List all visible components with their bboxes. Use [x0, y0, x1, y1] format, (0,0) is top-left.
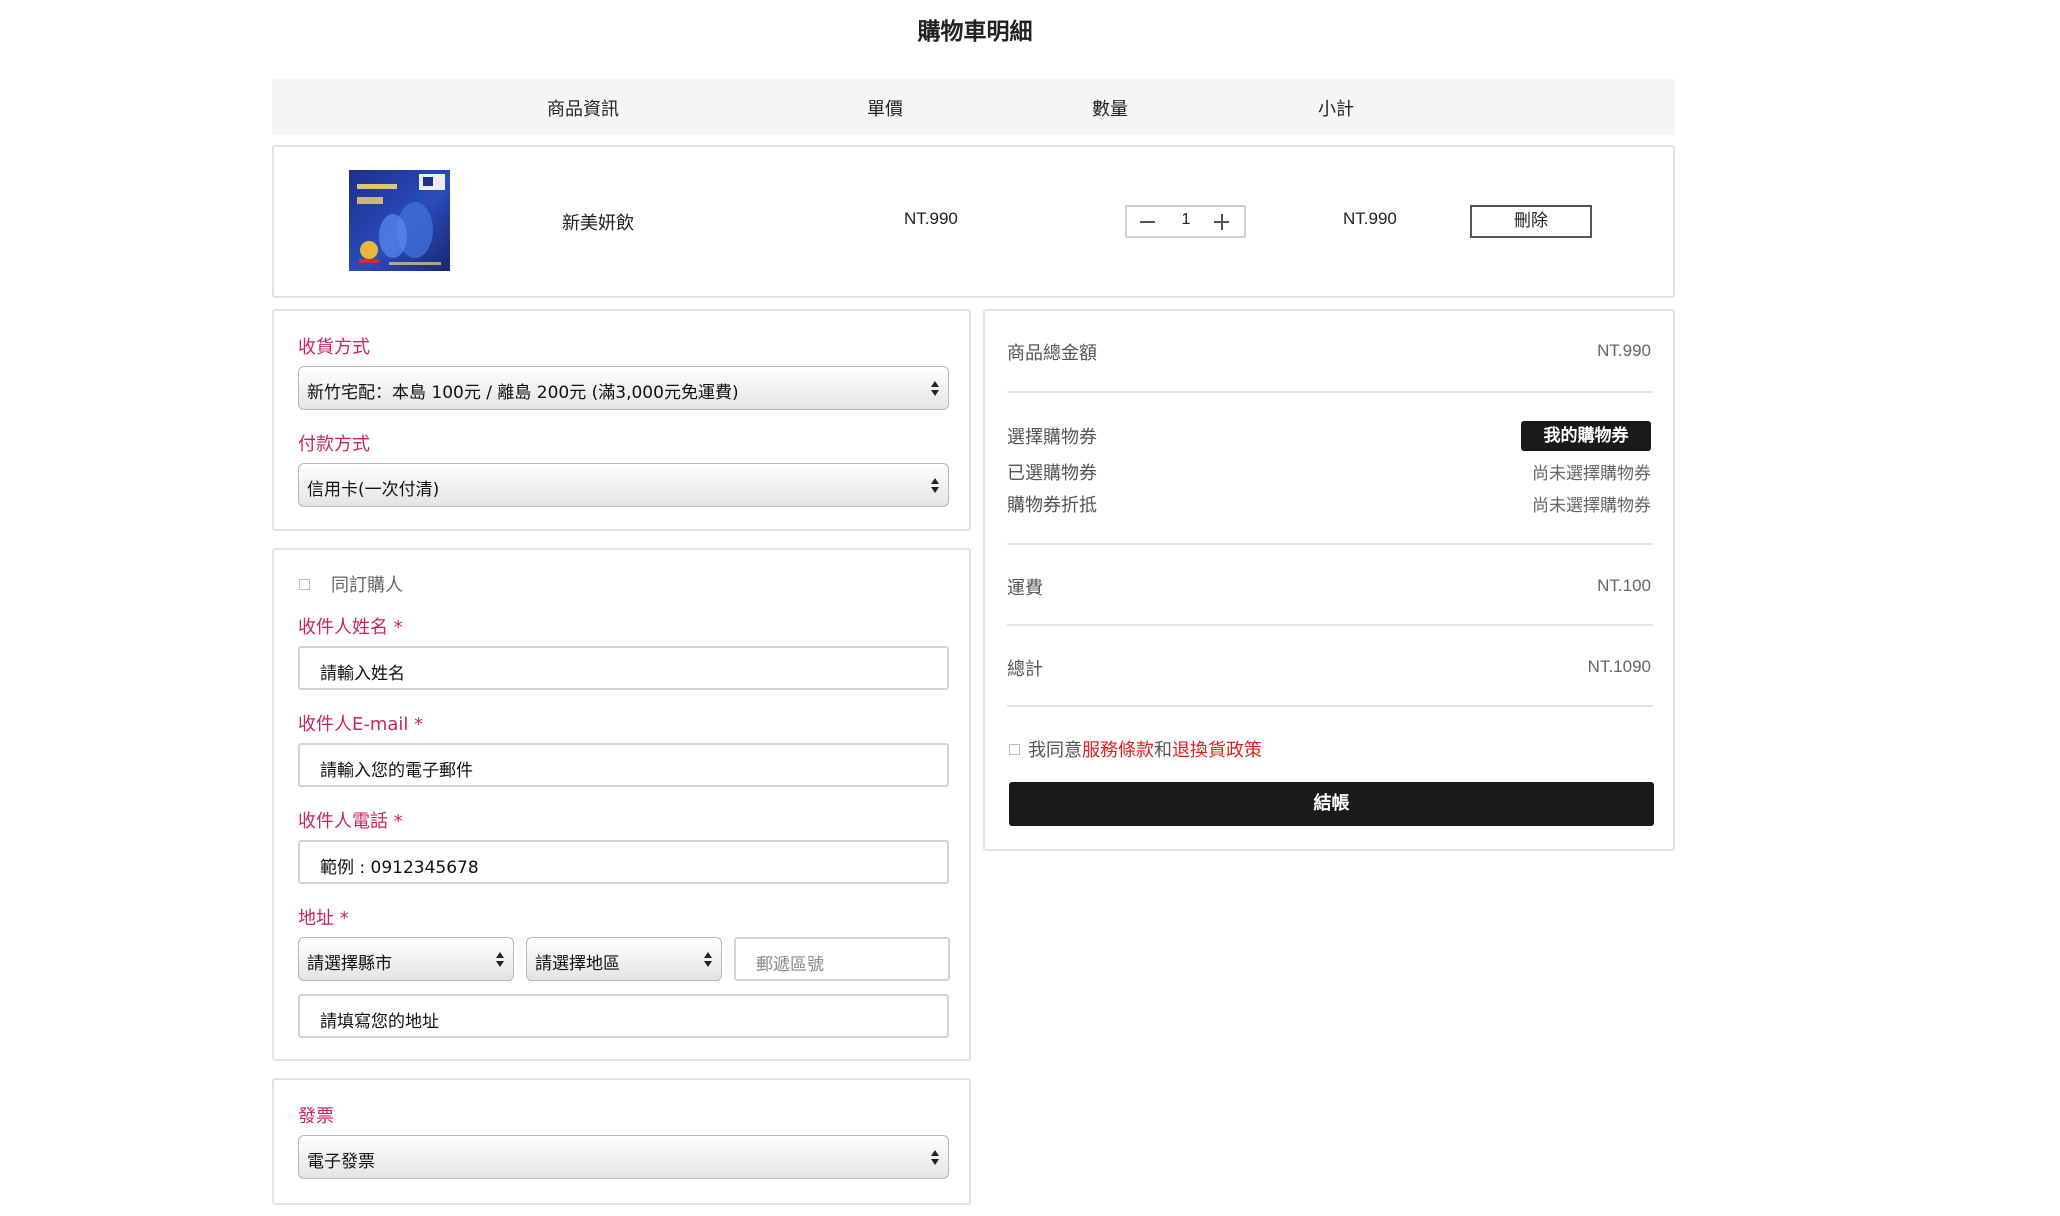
- agree-text: 我同意服務條款和退換貨政策: [1028, 736, 1262, 762]
- same-as-buyer-checkbox[interactable]: [299, 579, 310, 590]
- city-select[interactable]: 請選擇縣市: [298, 937, 514, 981]
- quantity-value[interactable]: 1: [1174, 211, 1198, 229]
- district-select[interactable]: 請選擇地區: [526, 937, 722, 981]
- shipping-fee-label: 運費: [1007, 578, 1043, 599]
- plus-icon[interactable]: [1211, 213, 1233, 231]
- cart-item-row: 新美妍飲 NT.990 1 NT.990 刪除: [272, 145, 1675, 298]
- recipient-name-label: 收件人姓名 *: [298, 617, 403, 638]
- payment-method-value: 信用卡(一次付清): [307, 480, 440, 500]
- divider: [1007, 705, 1653, 707]
- header-quantity: 數量: [1092, 99, 1128, 120]
- terms-link[interactable]: 服務條款: [1082, 740, 1154, 761]
- page-title: 購物車明細: [917, 19, 1033, 45]
- order-summary-panel: 商品總金額 NT.990 選擇購物券 我的購物券 已選購物券 尚未選擇購物券 購…: [983, 309, 1675, 851]
- grand-total-label: 總計: [1007, 659, 1043, 680]
- product-image[interactable]: [349, 170, 450, 271]
- invoice-label: 發票: [298, 1106, 334, 1127]
- address-input[interactable]: 請填寫您的地址: [298, 994, 949, 1038]
- recipient-email-label: 收件人E-mail *: [298, 714, 424, 735]
- selected-coupon-label: 已選購物券: [1007, 463, 1097, 484]
- select-arrows-icon: [930, 476, 940, 496]
- recipient-email-placeholder: 請輸入您的電子郵件: [320, 761, 473, 781]
- header-product-info: 商品資訊: [547, 99, 619, 120]
- cart-table-header: 商品資訊 單價 數量 小計: [272, 79, 1675, 135]
- delivery-method-label: 收貨方式: [298, 337, 370, 358]
- recipient-phone-label: 收件人電話 *: [298, 811, 403, 832]
- divider: [1007, 624, 1653, 626]
- minus-icon[interactable]: [1137, 213, 1159, 231]
- recipient-name-placeholder: 請輸入姓名: [320, 664, 405, 684]
- invoice-select[interactable]: 電子發票: [298, 1135, 949, 1179]
- product-total-label: 商品總金額: [1007, 343, 1097, 364]
- address-label: 地址 *: [298, 908, 349, 929]
- product-subtotal: NT.990: [1343, 209, 1397, 228]
- divider: [1007, 391, 1653, 393]
- my-coupon-button[interactable]: 我的購物券: [1521, 421, 1651, 451]
- shipping-fee-value: NT.100: [1597, 576, 1651, 595]
- payment-method-select[interactable]: 信用卡(一次付清): [298, 463, 949, 507]
- delivery-method-value: 新竹宅配：本島 100元 / 離島 200元 (滿3,000元免運費): [307, 383, 739, 403]
- divider: [1007, 543, 1653, 545]
- checkout-button[interactable]: 結帳: [1009, 782, 1654, 826]
- agree-and: 和: [1154, 740, 1172, 761]
- invoice-value: 電子發票: [307, 1152, 375, 1172]
- recipient-email-input[interactable]: 請輸入您的電子郵件: [298, 743, 949, 787]
- select-arrows-icon: [930, 379, 940, 399]
- agree-prefix: 我同意: [1028, 740, 1082, 761]
- grand-total-value: NT.1090: [1587, 657, 1651, 676]
- header-subtotal: 小計: [1318, 99, 1354, 120]
- select-arrows-icon: [703, 950, 713, 970]
- zip-code-placeholder: 郵遞區號: [756, 955, 824, 975]
- coupon-discount-label: 購物券折抵: [1007, 495, 1097, 516]
- recipient-name-input[interactable]: 請輸入姓名: [298, 646, 949, 690]
- invoice-panel: 發票 電子發票: [272, 1078, 971, 1205]
- product-total-value: NT.990: [1597, 341, 1651, 360]
- quantity-stepper: 1: [1125, 205, 1246, 238]
- select-arrows-icon: [930, 1148, 940, 1168]
- recipient-phone-placeholder: 範例 : 0912345678: [320, 858, 479, 878]
- recipient-panel: 同訂購人 收件人姓名 * 請輸入姓名 收件人E-mail * 請輸入您的電子郵件…: [272, 548, 971, 1061]
- selected-coupon-value: 尚未選擇購物券: [1532, 464, 1651, 484]
- delivery-method-select[interactable]: 新竹宅配：本島 100元 / 離島 200元 (滿3,000元免運費): [298, 366, 949, 410]
- address-placeholder: 請填寫您的地址: [320, 1012, 439, 1032]
- recipient-phone-input[interactable]: 範例 : 0912345678: [298, 840, 949, 884]
- zip-code-input[interactable]: 郵遞區號: [734, 937, 950, 981]
- district-select-value: 請選擇地區: [535, 954, 620, 974]
- product-name[interactable]: 新美妍飲: [562, 209, 634, 235]
- delete-button[interactable]: 刪除: [1470, 205, 1592, 238]
- header-unit-price: 單價: [867, 99, 903, 120]
- product-unit-price: NT.990: [904, 209, 958, 228]
- choose-coupon-label: 選擇購物券: [1007, 427, 1097, 448]
- coupon-discount-value: 尚未選擇購物券: [1532, 496, 1651, 516]
- delivery-payment-panel: 收貨方式 新竹宅配：本島 100元 / 離島 200元 (滿3,000元免運費)…: [272, 309, 971, 531]
- same-as-buyer-label: 同訂購人: [331, 575, 403, 596]
- return-policy-link[interactable]: 退換貨政策: [1172, 740, 1262, 761]
- payment-method-label: 付款方式: [298, 434, 370, 455]
- agree-checkbox[interactable]: [1009, 744, 1020, 755]
- city-select-value: 請選擇縣市: [307, 954, 392, 974]
- select-arrows-icon: [495, 950, 505, 970]
